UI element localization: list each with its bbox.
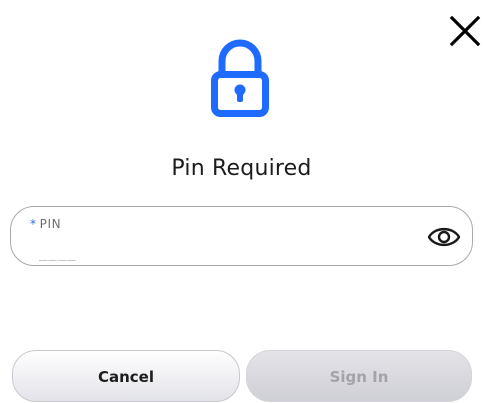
lock-icon-container	[204, 36, 276, 120]
pin-label-text: PIN	[39, 217, 62, 231]
eye-icon	[427, 227, 461, 247]
page-title: Pin Required	[171, 156, 312, 181]
show-pin-toggle[interactable]	[427, 225, 461, 249]
pin-label: * PIN	[30, 217, 61, 231]
close-button[interactable]	[449, 15, 483, 49]
required-marker: *	[30, 217, 37, 231]
lock-icon	[211, 39, 269, 117]
pin-field[interactable]: * PIN	[10, 206, 473, 266]
pin-input[interactable]	[39, 243, 379, 263]
cancel-button[interactable]: Cancel	[12, 350, 240, 402]
close-icon	[449, 15, 481, 47]
sign-in-button[interactable]: Sign In	[246, 350, 472, 402]
